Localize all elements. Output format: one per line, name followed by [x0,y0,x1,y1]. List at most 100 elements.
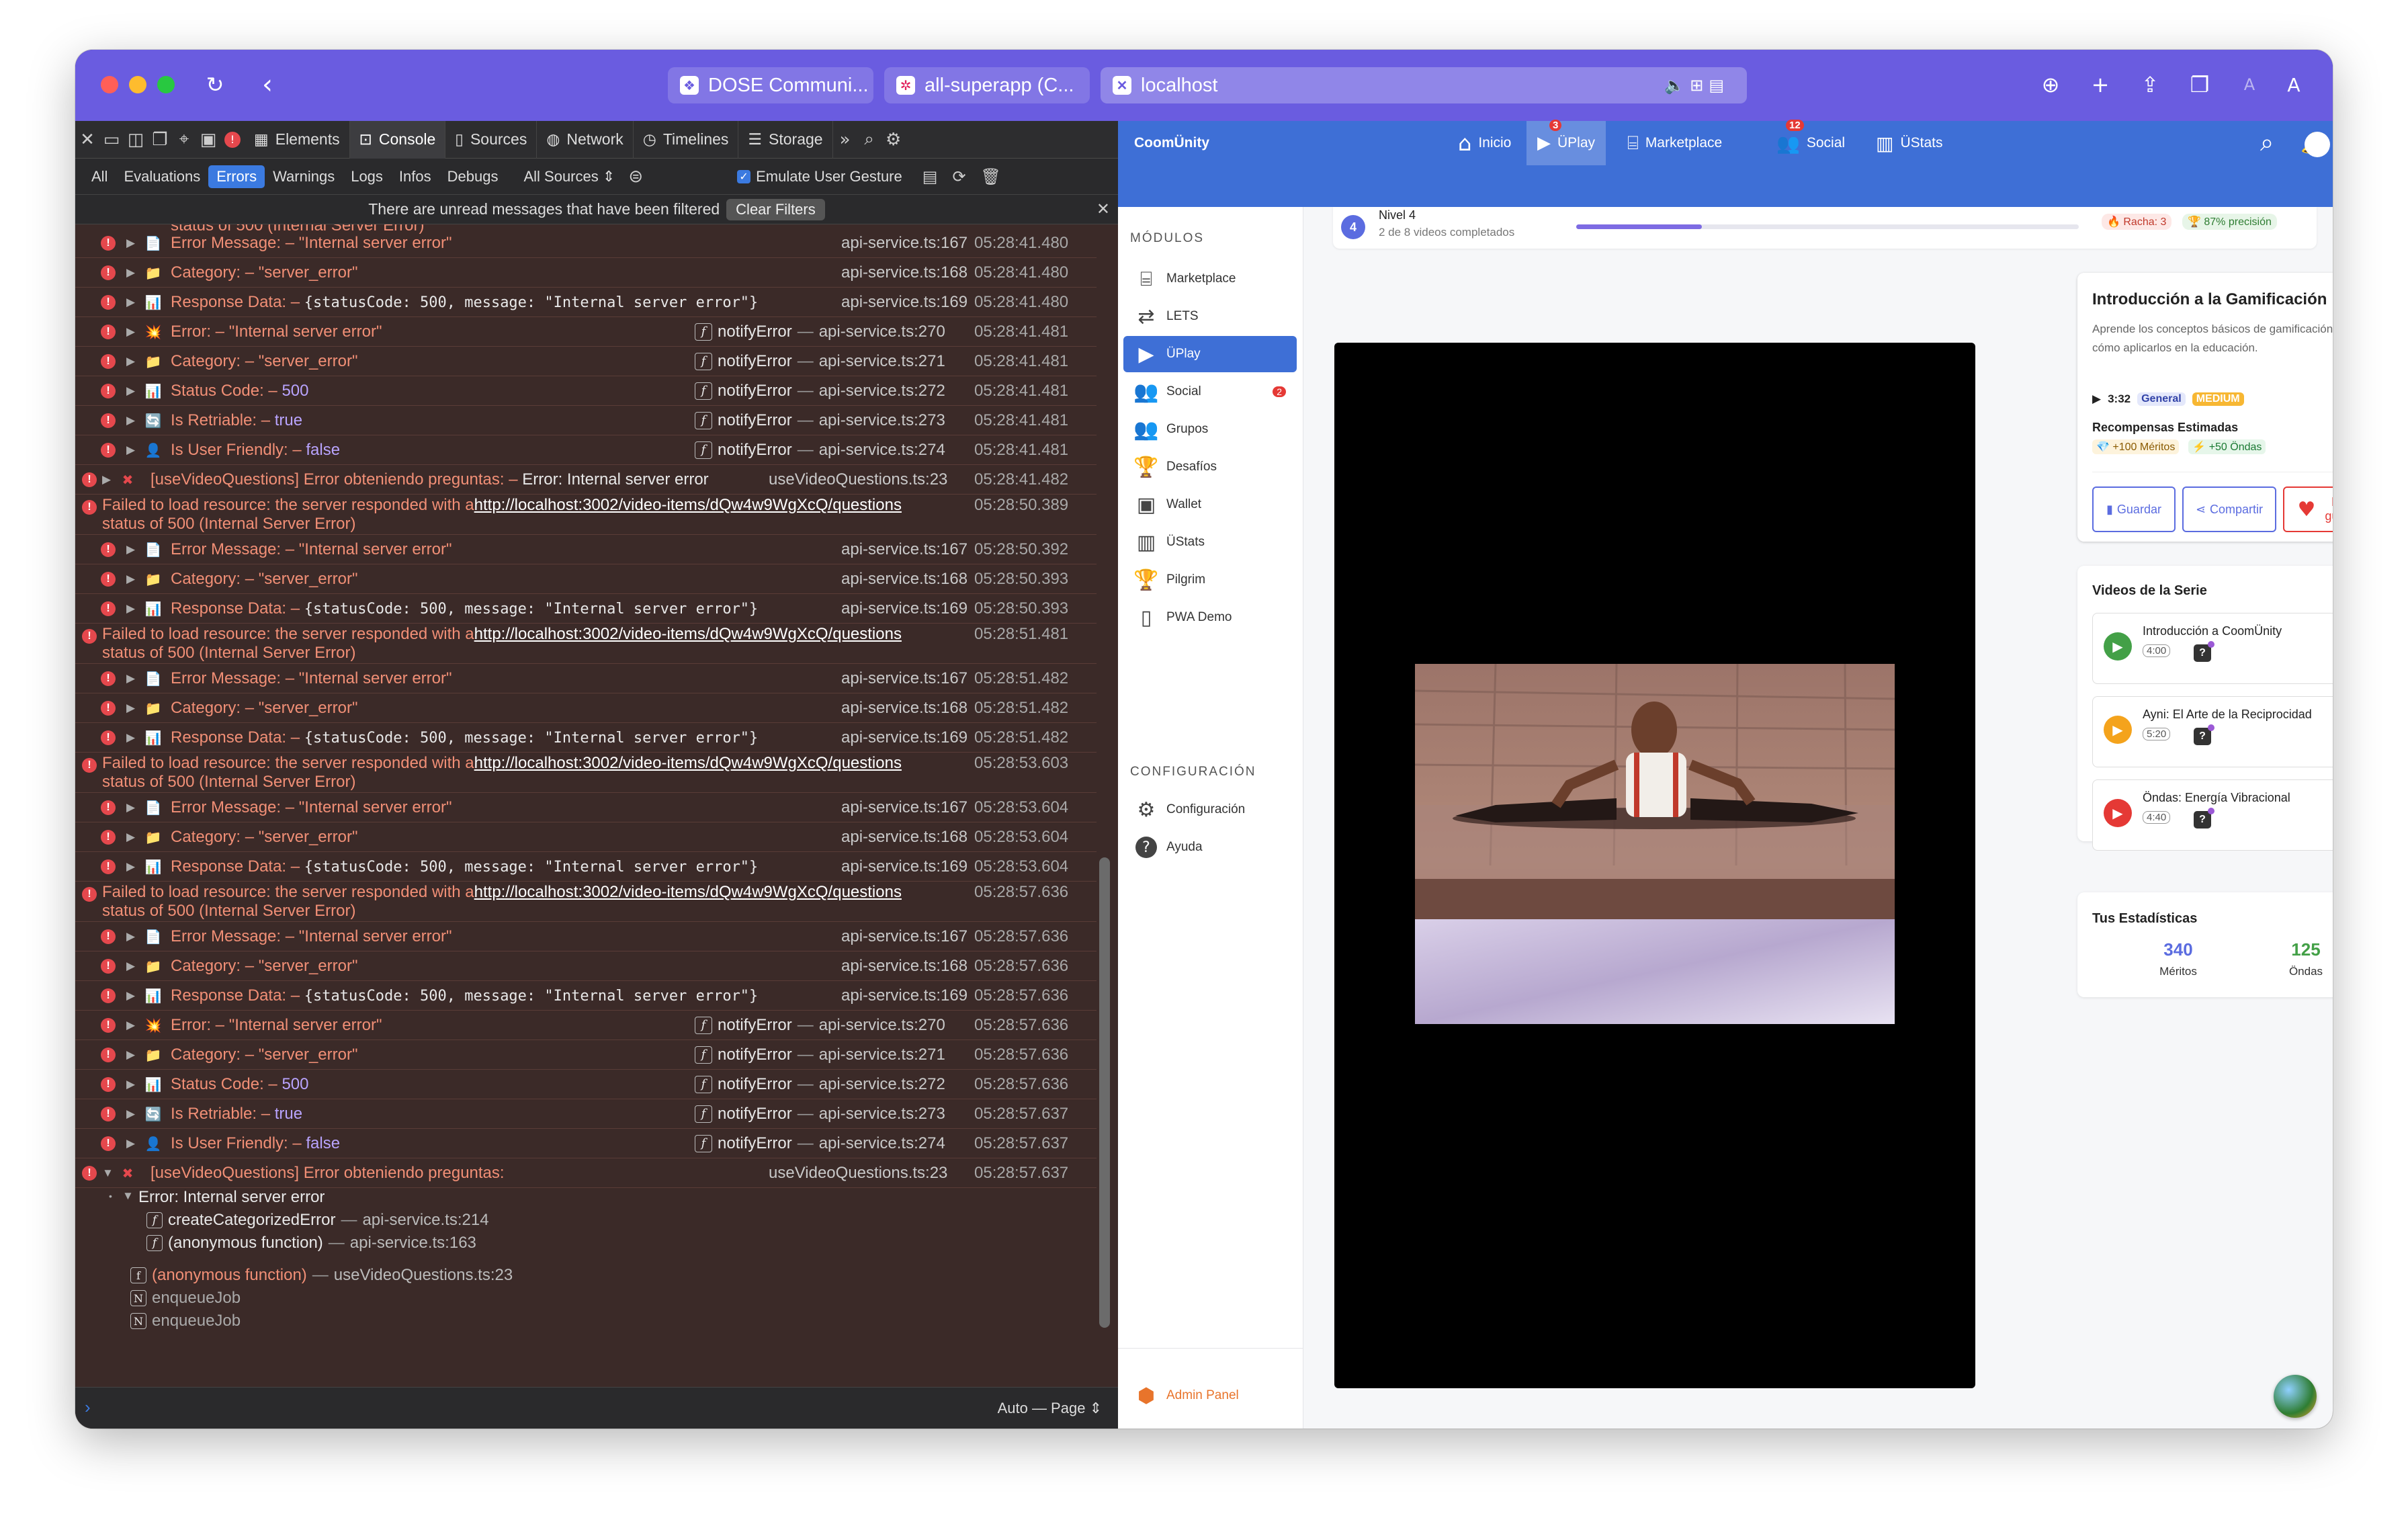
tab-storage[interactable]: ☰ Storage [738,120,833,159]
filter-errors[interactable]: Errors [208,165,265,188]
source-link[interactable]: api-service.ts:169 [841,293,968,312]
failed-resource-row[interactable]: ! Failed to load resource: the server res… [75,495,1096,535]
source-link[interactable]: api-service.ts:273 [819,411,945,430]
stack-frame[interactable]: f createCategorizedError — api-service.ts:2… [146,1211,489,1230]
source-link[interactable]: api-service.ts:272 [819,382,945,400]
reload-icon[interactable]: ↻ [200,70,230,99]
source-link[interactable]: api-service.ts:271 [819,1046,945,1064]
failed-url-link[interactable]: http://localhost:3002/video-items/dQw4w9… [474,496,902,514]
source-link[interactable]: api-service.ts:167 [841,927,968,946]
log-row[interactable]: ! ▶ 📄 Error Message: – "Internal server err… [75,228,1096,258]
sidebar-item--play[interactable]: ▶ ÜPlay [1123,336,1297,372]
failed-resource-row[interactable]: ! Failed to load resource: the server res… [75,882,1096,922]
more-tabs-icon[interactable]: » [833,121,857,159]
expand-triangle-icon[interactable]: ▶ [126,384,135,398]
log-row[interactable]: ! ▶ 💥 Error: – "Internal server error" f noti… [75,1011,1096,1040]
expand-triangle-icon[interactable]: ▶ [126,930,135,943]
log-row[interactable]: ! ▶ 📄 Error Message: – "Internal server err… [75,922,1096,951]
log-row[interactable]: ! ▶ 📊 Response Data: – {statusCode: 500, me… [75,288,1096,317]
sidebar-item-configuracion[interactable]: ⚙ Configuración [1123,792,1297,828]
log-row[interactable]: ! ▶ 📁 Category: – "server_error" api-service… [75,693,1096,723]
source-link[interactable]: useVideoQuestions.ts:23 [769,1164,947,1183]
source-link[interactable]: api-service.ts:169 [841,857,968,876]
series-video-item[interactable]: ▶ Ayni: El Arte de la Reciprocidad 5:20? [2092,696,2333,767]
expand-triangle-icon[interactable]: ▶ [126,989,135,1003]
expand-triangle-icon[interactable]: ▶ [126,1137,135,1150]
log-row[interactable]: ! ▶ 👤 Is User Friendly: – false f notifyError… [75,435,1096,465]
tab-timelines[interactable]: ◷ Timelines [634,120,739,159]
log-row[interactable]: ! ▶ 📁 Category: – "server_error" f notifyErro… [75,1040,1096,1070]
failed-url-link[interactable]: http://localhost:3002/video-items/dQw4w9… [474,625,902,643]
log-row[interactable]: ! ▶ 🔄 Is Retriable: – true f notifyError — api-… [75,406,1096,435]
dock-side-icon[interactable]: ◫ [124,121,148,159]
failed-url-link[interactable]: http://localhost:3002/video-items/dQw4w9… [474,754,902,772]
call-frame[interactable]: f notifyError — api-service.ts:270 [695,1016,945,1035]
expand-triangle-icon[interactable]: ▶ [126,1019,135,1032]
play-circle-icon[interactable]: ▶ [2104,716,2132,744]
tabs-overview-icon[interactable]: ❐ [2185,70,2214,99]
avatar[interactable] [2305,132,2330,157]
preserve-log-icon[interactable]: ▤ [922,167,938,186]
play-circle-icon[interactable]: ▶ [2104,632,2132,661]
source-link[interactable]: api-service.ts:274 [819,1134,945,1153]
error-group-row[interactable]: ! ▼ ✖ [useVideoQuestions] Error obteniendo … [75,1158,1096,1188]
nav-inicio[interactable]: ⌂ Inicio [1447,121,1522,165]
new-tab-icon[interactable]: + [2086,70,2115,99]
log-row[interactable]: ! ▶ 📊 Status Code: – 500 f notifyError — api-se… [75,1070,1096,1099]
collapse-triangle-icon[interactable]: ▼ [122,1189,134,1203]
log-row[interactable]: ! ▶ 📊 Status Code: – 500 f notifyError — api-se… [75,376,1096,406]
minimize-window-button[interactable] [129,76,146,93]
profile-button[interactable]: A [2235,70,2264,99]
call-frame[interactable]: f notifyError — api-service.ts:273 [695,411,945,430]
log-row[interactable]: ! ▶ 📁 Category: – "server_error" api-service… [75,258,1096,288]
filter-debugs[interactable]: Debugs [439,165,507,188]
source-link[interactable]: api-service.ts:168 [841,699,968,718]
filter-all[interactable]: All [83,165,116,188]
dock-bottom-icon[interactable]: ▭ [99,121,124,159]
log-row[interactable]: ! ▶ 📁 Category: – "server_error" api-service… [75,822,1096,852]
filter-menu-icon[interactable]: ⊜ [628,167,643,187]
close-window-button[interactable] [101,76,118,93]
log-row[interactable]: ! ▶ 👤 Is User Friendly: – false f notifyError… [75,1129,1096,1158]
checkbox-checked-icon[interactable]: ✓ [737,169,751,183]
call-frame[interactable]: f notifyError — api-service.ts:272 [695,1075,945,1094]
call-frame[interactable]: f notifyError — api-service.ts:273 [695,1105,945,1123]
log-row[interactable]: ! ▶ 📊 Response Data: – {statusCode: 500, me… [75,852,1096,882]
console-prompt[interactable]: › Auto — Page ⇕ [75,1387,1118,1429]
source-link[interactable]: api-service.ts:168 [841,957,968,976]
log-row[interactable]: ! ▶ 📄 Error Message: – "Internal server err… [75,793,1096,822]
floating-assistant-button[interactable] [2274,1375,2317,1418]
tab-elements[interactable]: ▦ Elements [245,120,350,159]
play-circle-icon[interactable]: ▶ [2104,799,2132,827]
back-icon[interactable]: ‹ [253,69,282,100]
expand-triangle-icon[interactable]: ▶ [126,960,135,973]
reload-console-icon[interactable]: ⟳ [952,167,965,186]
log-row[interactable]: ! ▶ 📄 Error Message: – "Internal server err… [75,664,1096,693]
filter-warnings[interactable]: Warnings [265,165,343,188]
stack-frame[interactable]: f (anonymous function) — useVideoQuestions.… [130,1266,513,1285]
expand-triangle-icon[interactable]: ▶ [126,296,135,309]
sidebar-item-lets[interactable]: ⇄ LETS [1123,298,1297,335]
console-scrollbar[interactable] [1099,857,1110,1328]
source-link[interactable]: api-service.ts:272 [819,1075,945,1094]
nav-marketplace[interactable]: ⌸ Marketplace [1617,121,1733,165]
sidebar-item-ayuda[interactable]: ? Ayuda [1123,829,1297,865]
tab-console[interactable]: ⊡ Console [349,120,446,159]
sidebar-item--stats[interactable]: ▥ ÜStats [1123,524,1297,560]
nav-uplay[interactable]: ▶ ÜPlay 3 [1526,120,1606,165]
reader-button[interactable]: A [2279,70,2309,99]
clear-console-icon[interactable]: 🗑 [981,167,1001,186]
sidebar-item-grupos[interactable]: 👥 Grupos [1123,411,1297,448]
error-group-row[interactable]: ! ▶ ✖ [useVideoQuestions] Error obteniendo … [75,465,1096,495]
browser-tab-active[interactable]: ✕ localhost 🔈⊞▤ [1101,67,1747,103]
source-link[interactable]: useVideoQuestions.ts:23 [769,470,947,489]
source-link[interactable]: api-service.ts:274 [819,441,945,460]
expand-triangle-icon[interactable]: ▶ [126,266,135,280]
expand-triangle-icon[interactable]: ▶ [126,355,135,368]
expand-triangle-icon[interactable]: ▼ [102,1166,114,1180]
close-tab-icon[interactable]: ✕ [1113,76,1131,95]
expand-triangle-icon[interactable]: ▶ [126,602,135,616]
sidebar-item-desaf-os[interactable]: 🏆 Desafíos [1123,449,1297,485]
source-link[interactable]: api-service.ts:167 [841,669,968,688]
tab-sources[interactable]: ▯ Sources [445,120,538,159]
